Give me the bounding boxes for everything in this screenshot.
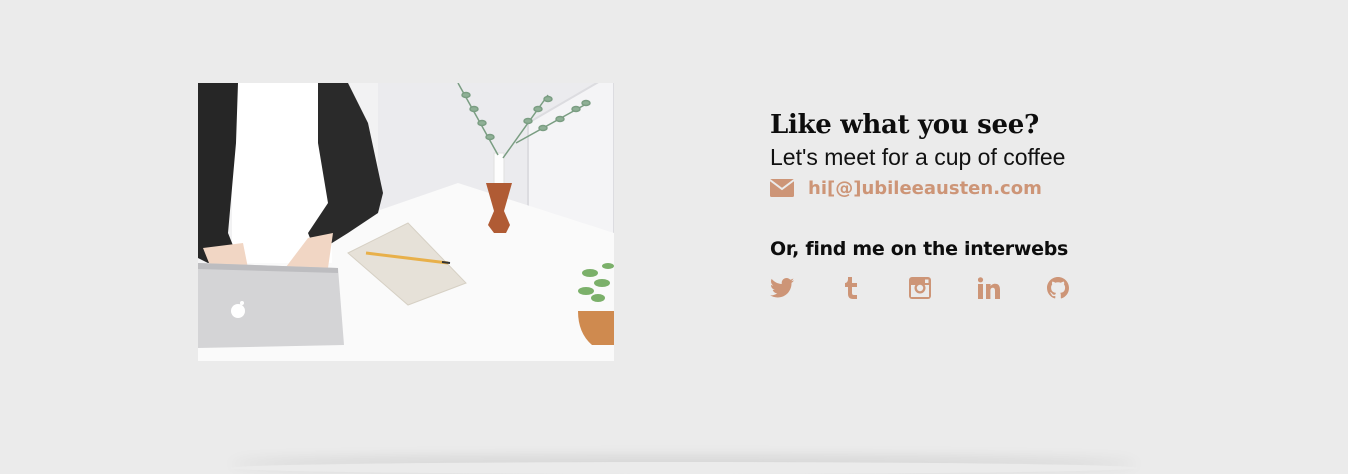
social-title: Or, find me on the interwebs xyxy=(770,238,1069,260)
contact-heading: Like what you see? xyxy=(770,110,1039,140)
linkedin-icon[interactable] xyxy=(977,276,1001,300)
email-link[interactable]: hi[@]ubileeausten.com xyxy=(808,178,1042,199)
instagram-icon[interactable] xyxy=(908,276,932,300)
workspace-photo xyxy=(198,83,614,361)
social-links xyxy=(770,276,1190,300)
envelope-icon xyxy=(769,179,795,197)
twitter-icon[interactable] xyxy=(770,276,794,300)
contact-subheading: Let's meet for a cup of coffee xyxy=(770,144,1066,170)
email-row: hi[@]ubileeausten.com xyxy=(769,176,1190,200)
tumblr-icon[interactable] xyxy=(839,276,863,300)
github-icon[interactable] xyxy=(1046,276,1070,300)
bottom-shadow xyxy=(230,462,1138,474)
contact-section: Like what you see? Let's meet for a cup … xyxy=(769,108,1190,300)
